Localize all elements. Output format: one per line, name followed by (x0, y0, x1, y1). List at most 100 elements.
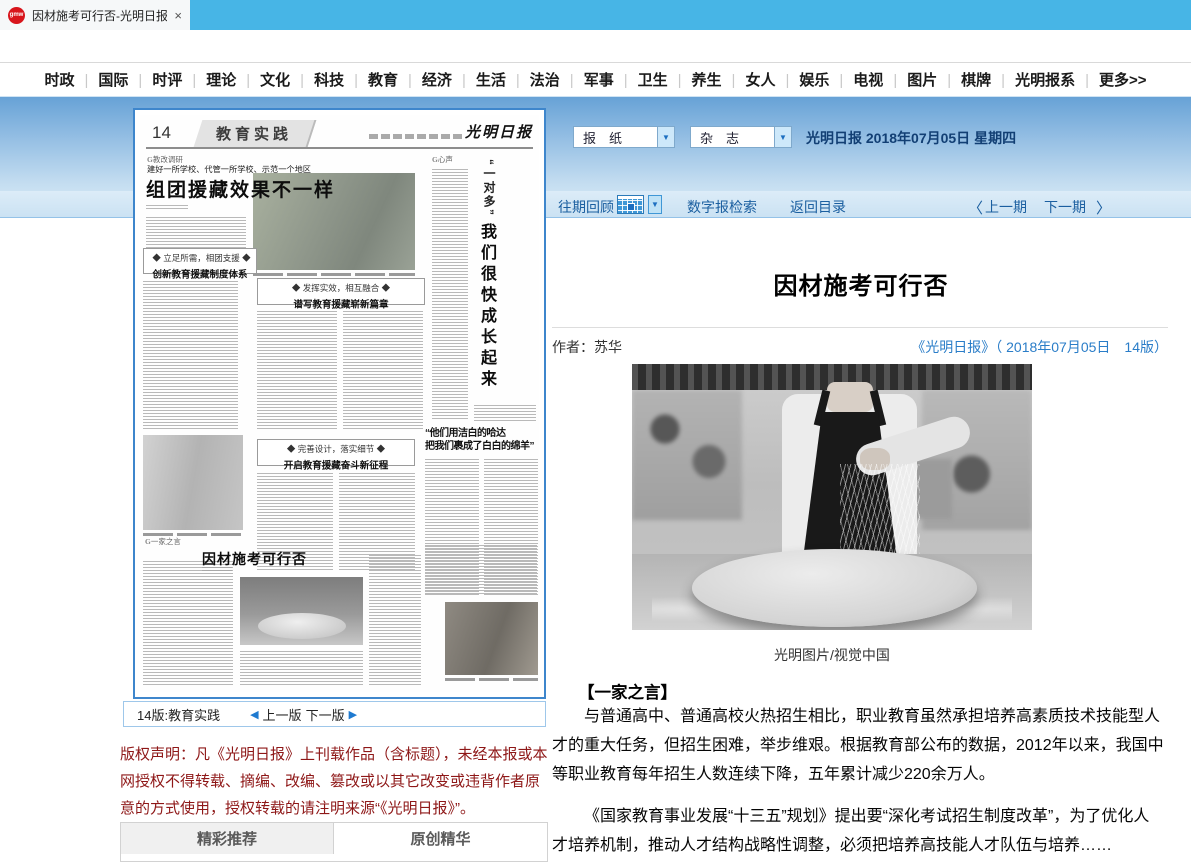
newspaper-headline-2: 因材施考可行否 (202, 549, 307, 569)
column-tag: G心声 (432, 153, 453, 164)
article-title: 因材施考可行否 (552, 266, 1170, 301)
tab-close-icon[interactable]: × (174, 8, 182, 23)
text-block (474, 405, 536, 423)
calendar-dropdown-icon[interactable]: ▼ (648, 195, 662, 214)
digital-search-link[interactable]: 数字报检索 (687, 197, 757, 217)
quote-headline: “他们用洁白的哈达 把我们裹成了白白的绵羊” (425, 427, 534, 453)
nav-item-yangsheng[interactable]: 养生 (692, 69, 746, 90)
text-block (257, 311, 337, 429)
newspaper-page-thumbnail[interactable]: 14 教育实践 光明日报 G教改调研 建好一所学校、代管一所学校、示范一个地区 … (133, 108, 546, 699)
nav-item-wenhua[interactable]: 文化 (260, 69, 314, 90)
back-to-contents-link[interactable]: 返回目录 (790, 197, 846, 217)
nav-item-fazhi[interactable]: 法治 (530, 69, 584, 90)
article-author: 作者：苏华 (552, 337, 622, 357)
article-source-link[interactable]: 《光明日报》（ 2018年07月05日 14版） (911, 337, 1168, 357)
nav-item-shenghuo[interactable]: 生活 (476, 69, 530, 90)
select-arrow-icon: ▼ (774, 127, 791, 147)
dough (692, 549, 977, 627)
nav-item-dianshi[interactable]: 电视 (853, 69, 907, 90)
paper-select[interactable]: 报 纸 ▼ (573, 126, 675, 148)
sub-headline-box-1: ◆ 立足所需，相团支援 ◆ 创新教育援藏制度体系 (143, 248, 257, 274)
nav-item-nvren[interactable]: 女人 (745, 69, 799, 90)
calendar-icon[interactable] (617, 195, 644, 214)
article-paragraph-2: 《国家教育事业发展“十三五”规划》提出要“深化考试招生制度改革”，为了优化人才培… (552, 802, 1164, 860)
site-header: G 光明网 GMW.cn 首页 English 您想去哪里？ (0, 30, 1191, 62)
next-page-arrow-icon[interactable]: ▶ (349, 708, 357, 721)
prev-issue-arrow-icon[interactable]: 〈 (968, 197, 983, 218)
nav-item-shizheng[interactable]: 时政 (44, 69, 98, 90)
nav-item-jingji[interactable]: 经济 (422, 69, 476, 90)
article-meta-row: 作者：苏华 《光明日报》（ 2018年07月05日 14版） (552, 337, 1168, 357)
nav-item-weisheng[interactable]: 卫生 (638, 69, 692, 90)
text-block (143, 561, 233, 685)
tab-recommended[interactable]: 精彩推荐 (121, 823, 334, 854)
text-block (432, 169, 468, 419)
text-block (240, 651, 363, 685)
newspaper-section-name: 教育实践 (194, 120, 317, 147)
text-block (369, 555, 421, 685)
past-issues-link[interactable]: 往期回顾 (558, 197, 614, 217)
nav-item-baoxi[interactable]: 光明报系 (1015, 69, 1099, 90)
nav-item-junshi[interactable]: 军事 (584, 69, 638, 90)
students-photo (445, 602, 538, 675)
newspaper-header: 14 教育实践 光明日报 (146, 120, 533, 149)
nav-item-qipai[interactable]: 棋牌 (961, 69, 1015, 90)
nav-item-keji[interactable]: 科技 (314, 69, 368, 90)
photo-caption: 光明图片/视觉中国 (632, 645, 1032, 665)
prev-page-link[interactable]: 上一版 (263, 705, 302, 724)
copyright-notice: 版权声明：凡《光明日报》上刊载作品（含标题），未经本报或本网授权不得转载、摘编、… (120, 741, 550, 822)
nav-item-jiaoyu[interactable]: 教育 (368, 69, 422, 90)
page-nav-bar: 14版:教育实践 ◀ 上一版 下一版 ▶ (123, 701, 546, 727)
browser-tab[interactable]: gmw 因材施考可行否-光明日报-: × (0, 0, 190, 30)
magazine-select[interactable]: 杂 志 ▼ (690, 126, 792, 148)
magazine-select-value: 杂 志 (691, 128, 774, 147)
paper-select-value: 报 纸 (574, 128, 657, 147)
article-photo-baker (632, 364, 1032, 630)
article-paragraph-1: 与普通高中、普通高校火热招生相比，职业教育虽然承担培养高素质技术技能型人才的重大… (552, 702, 1164, 789)
site-favicon: gmw (8, 7, 25, 24)
tab-original[interactable]: 原创精华 (334, 823, 547, 854)
next-issue-arrow-icon[interactable]: 〉 (1096, 197, 1111, 218)
nav-item-shiping[interactable]: 时评 (152, 69, 206, 90)
main-nav: 时政 国际 时评 理论 文化 科技 教育 经济 生活 法治 军事 卫生 养生 女… (0, 62, 1191, 96)
nav-item-guoji[interactable]: 国际 (98, 69, 152, 90)
kitchen-background (632, 390, 742, 520)
byline-bar (146, 205, 188, 210)
nav-item-lilun[interactable]: 理论 (206, 69, 260, 90)
newspaper-headline-1: 组团援藏效果不一样 (146, 175, 335, 202)
column-tag: G一家之言 (145, 535, 181, 546)
nav-item-tupian[interactable]: 图片 (907, 69, 961, 90)
sub-headline-box-2: ◆ 发挥实效，相互融合 ◆ 谱写教育援藏崭新篇章 (257, 278, 425, 305)
vertical-headline: “一对多” 我们很快成长起来 (474, 159, 498, 397)
edition-date: 光明日报 2018年07月05日 星期四 (806, 128, 1016, 148)
text-block (143, 281, 238, 429)
photo-caption-bar (445, 678, 538, 681)
nav-item-yule[interactable]: 娱乐 (799, 69, 853, 90)
bottom-tabs: 精彩推荐 原创精华 (120, 822, 548, 862)
nav-item-more[interactable]: 更多>> (1099, 69, 1147, 90)
tab-title: 因材施考可行否-光明日报-: (32, 7, 167, 24)
lab-photo (143, 435, 243, 530)
bread-photo-mini (240, 577, 363, 645)
article-body: 与普通高中、普通高校火热招生相比，职业教育虽然承担培养高素质技术技能型人才的重大… (552, 702, 1164, 860)
prev-page-arrow-icon[interactable]: ◀ (250, 708, 258, 721)
newspaper-dateline (369, 134, 465, 139)
baker-head (827, 382, 873, 412)
article-section-tag: 【一家之言】 (578, 679, 677, 703)
newspaper-page-number: 14 (152, 123, 171, 143)
page-nav-label: 14版:教育实践 (137, 705, 220, 724)
sub-headline-box-3: ◆ 完善设计，落实细节 ◆ 开启教育援藏奋斗新征程 (257, 439, 415, 466)
next-page-link[interactable]: 下一版 (306, 705, 345, 724)
select-arrow-icon: ▼ (657, 127, 674, 147)
text-block (425, 545, 537, 595)
browser-tab-bar: gmw 因材施考可行否-光明日报-: × (0, 0, 1191, 30)
byline-bar (202, 567, 232, 572)
newspaper-page: 14 教育实践 光明日报 G教改调研 建好一所学校、代管一所学校、示范一个地区 … (140, 115, 539, 692)
text-block (343, 311, 423, 429)
nav-list: 时政 国际 时评 理论 文化 科技 教育 经济 生活 法治 军事 卫生 养生 女… (44, 69, 1146, 90)
next-issue-link[interactable]: 下一期 (1044, 197, 1086, 217)
photo-caption-bar (253, 273, 415, 276)
newspaper-masthead: 光明日报 (465, 121, 533, 142)
divider-line (552, 327, 1168, 328)
prev-issue-link[interactable]: 上一期 (985, 197, 1027, 217)
